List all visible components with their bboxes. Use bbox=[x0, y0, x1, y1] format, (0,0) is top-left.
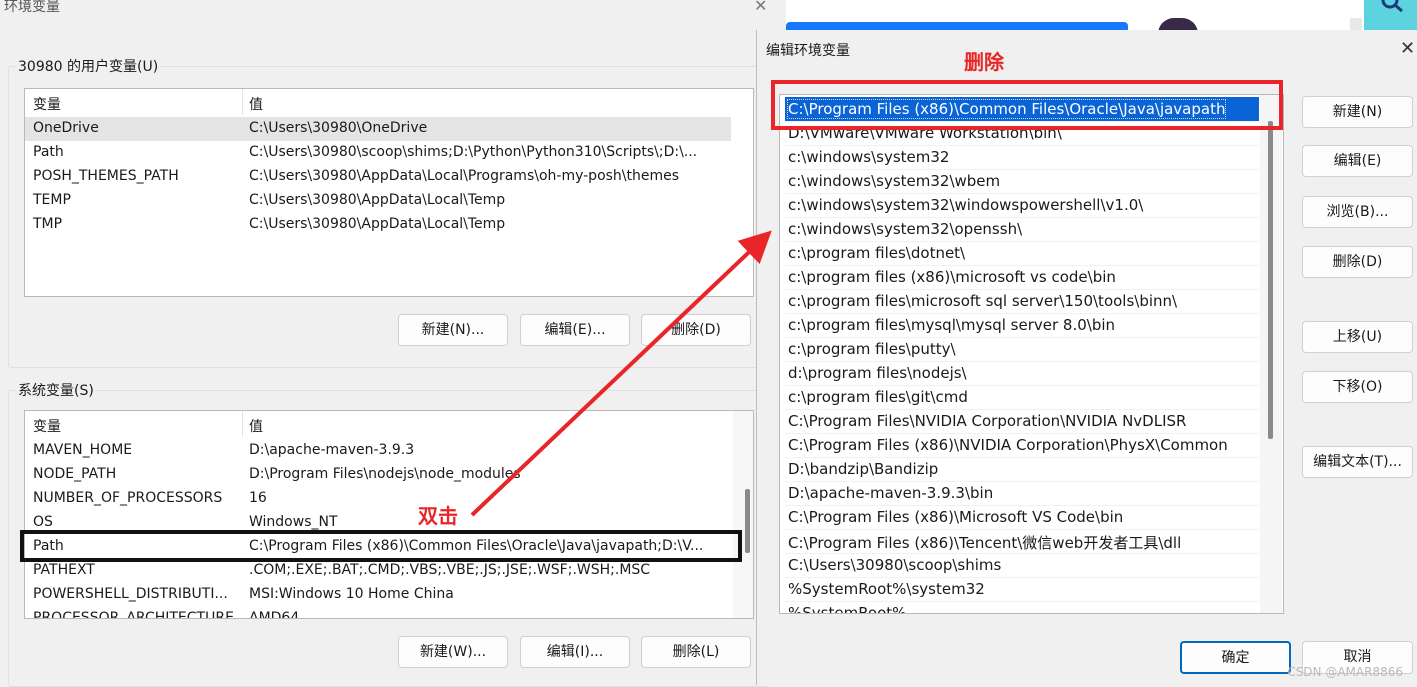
watermark: CSDN @AMAR8866 bbox=[1287, 665, 1403, 679]
arrow-annotation bbox=[470, 230, 772, 517]
arrow-icon bbox=[470, 230, 772, 517]
